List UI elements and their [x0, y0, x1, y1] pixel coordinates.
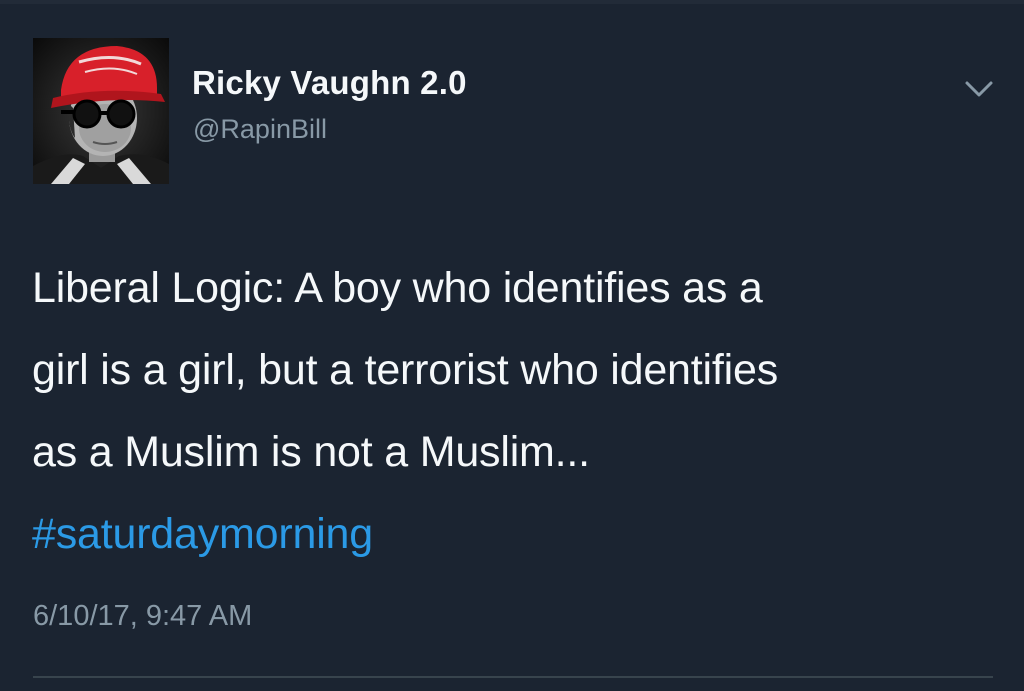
author-display-name[interactable]: Ricky Vaughn 2.0	[192, 64, 467, 102]
author-handle[interactable]: @RapinBill	[193, 114, 327, 145]
hashtag-link[interactable]: #saturdaymorning	[32, 493, 373, 575]
tweet-timestamp[interactable]: 6/10/17, 9:47 AM	[33, 600, 252, 633]
tweet-text-line: Liberal Logic: A boy who identifies as a	[32, 264, 763, 312]
tweet-text-line: as a Muslim is not a Muslim...	[32, 428, 590, 476]
tweet-text-line: girl is a girl, but a terrorist who iden…	[32, 346, 778, 394]
divider	[33, 676, 993, 678]
user-avatar-photo-icon	[33, 38, 169, 184]
tweet-text: Liberal Logic: A boy who identifies as a…	[32, 247, 1002, 575]
tweet-menu-button[interactable]	[959, 72, 999, 104]
avatar[interactable]	[33, 38, 169, 184]
chevron-down-icon	[965, 81, 993, 97]
top-edge	[0, 0, 1024, 4]
